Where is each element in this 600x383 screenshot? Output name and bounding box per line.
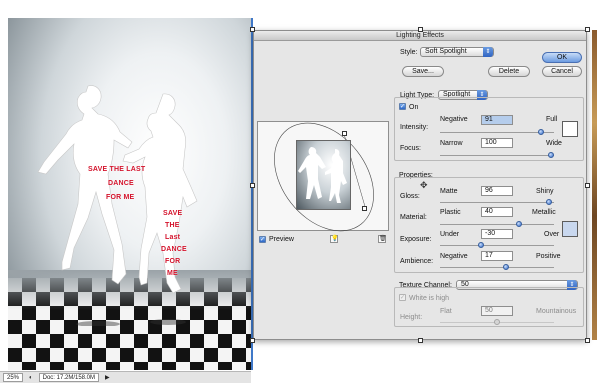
poster-line-5: THE	[165, 222, 180, 229]
intensity-slider[interactable]	[440, 129, 554, 135]
ok-button[interactable]: OK	[542, 52, 582, 63]
light-handle-top[interactable]	[342, 131, 347, 136]
style-select-value: Soft Spotlight	[425, 48, 467, 55]
doc-nav-icon[interactable]: ◐	[29, 375, 33, 381]
height-label: Height:	[400, 314, 423, 321]
transform-handle-tr[interactable]	[585, 27, 590, 32]
preview-thumbnail	[296, 140, 351, 210]
poster-line-2: DANCE	[108, 180, 134, 187]
ambience-max-label: Positive	[536, 253, 561, 260]
material-max-label: Metallic	[532, 209, 556, 216]
height-slider[interactable]	[440, 319, 554, 325]
style-select-arrow-icon: ⇕	[483, 47, 493, 57]
save-button[interactable]: Save...	[402, 66, 444, 77]
gloss-min-label: Matte	[440, 188, 458, 195]
poster-line-3: FOR ME	[106, 194, 135, 201]
material-field[interactable]: 40	[481, 207, 513, 217]
transform-handle-br[interactable]	[585, 338, 590, 343]
exposure-field[interactable]: -30	[481, 229, 513, 239]
material-min-label: Plastic	[440, 209, 461, 216]
new-light-icon[interactable]: 💡	[330, 235, 338, 243]
document-status-bar: 25% ◐ Doc: 17.2M/158.0M ▶	[0, 371, 251, 383]
transform-handle-ml[interactable]	[250, 183, 255, 188]
trash-icon[interactable]: 🗑	[378, 235, 387, 243]
transform-handle-mr[interactable]	[585, 183, 590, 188]
intensity-max-label: Full	[546, 116, 558, 123]
transform-handle-bl[interactable]	[250, 338, 255, 343]
gloss-label: Gloss:	[400, 193, 420, 200]
gloss-slider-thumb[interactable]	[545, 199, 552, 205]
exposure-slider-thumb[interactable]	[477, 242, 484, 248]
focus-slider-thumb[interactable]	[548, 152, 554, 158]
preview-checkbox[interactable]: ✓	[259, 236, 266, 243]
poster-line-7: DANCE	[161, 246, 187, 253]
doc-size-info: Doc: 17.2M/158.0M	[38, 373, 99, 382]
exposure-slider[interactable]	[440, 242, 554, 248]
dialog-title-bar[interactable]: Lighting Effects	[254, 31, 586, 41]
material-slider-thumb[interactable]	[515, 221, 522, 227]
poster-line-1: SAVE THE LAST	[88, 166, 146, 173]
style-select[interactable]: Soft Spotlight ⇕	[420, 47, 494, 57]
white-is-high-checkbox[interactable]: ✓	[399, 294, 406, 301]
transform-handle-tl[interactable]	[250, 27, 255, 32]
material-label: Material:	[400, 214, 427, 221]
focus-min-label: Narrow	[440, 140, 463, 147]
cursor-crosshair-icon: ✥	[420, 180, 428, 190]
ambient-color-swatch[interactable]	[562, 221, 578, 237]
ambience-field[interactable]: 17	[481, 251, 513, 261]
height-max-label: Mountainous	[536, 308, 577, 315]
focus-label: Focus:	[400, 145, 422, 152]
light-on-label: On	[409, 104, 419, 111]
focus-field[interactable]: 100	[481, 138, 513, 148]
delete-button[interactable]: Delete	[488, 66, 530, 77]
exposure-label: Exposure:	[400, 236, 432, 243]
gloss-field[interactable]: 96	[481, 186, 513, 196]
document-canvas[interactable]: SAVE THE LAST DANCE FOR ME SAVE THE Last…	[8, 18, 251, 370]
white-is-high-label: White is high	[409, 295, 450, 302]
exposure-min-label: Under	[440, 231, 460, 238]
zoom-level-field[interactable]: 25%	[3, 373, 24, 382]
gloss-slider[interactable]	[440, 199, 554, 205]
document-window: SAVE THE LAST DANCE FOR ME SAVE THE Last…	[0, 0, 251, 383]
focus-slider[interactable]	[440, 152, 554, 158]
height-slider-thumb[interactable]	[494, 319, 500, 325]
poster-line-6: Last	[165, 234, 181, 241]
intensity-field[interactable]: 91	[481, 115, 513, 125]
lighting-effects-dialog: Lighting Effects Style: Soft Spotlight ⇕…	[253, 30, 587, 340]
focus-max-label: Wide	[546, 140, 562, 147]
intensity-label: Intensity:	[400, 124, 429, 131]
background-layer-edge	[592, 30, 597, 340]
intensity-min-label: Negative	[440, 116, 468, 123]
dancer-silhouettes	[37, 85, 198, 326]
height-min-label: Flat	[440, 308, 452, 315]
style-label: Style:	[400, 49, 418, 56]
material-slider[interactable]	[440, 221, 554, 227]
light-preview-area[interactable]	[257, 121, 389, 232]
ambience-slider[interactable]	[440, 264, 554, 270]
transform-handle-tc[interactable]	[418, 27, 423, 32]
poster-line-8: FOR	[165, 258, 181, 265]
transform-handle-bc[interactable]	[418, 338, 423, 343]
status-menu-arrow-icon[interactable]: ▶	[105, 374, 110, 381]
poster-line-9: ME	[167, 270, 178, 277]
height-field[interactable]: 50	[481, 306, 513, 316]
ambience-slider-thumb[interactable]	[502, 264, 509, 270]
light-handle-bottom[interactable]	[362, 206, 367, 211]
preview-dancers	[298, 147, 347, 203]
poster-line-4: SAVE	[163, 210, 183, 217]
gloss-max-label: Shiny	[536, 188, 554, 195]
ambience-label: Ambience:	[400, 258, 434, 265]
cancel-button[interactable]: Cancel	[542, 66, 582, 77]
preview-label: Preview	[269, 236, 294, 243]
dialog-title: Lighting Effects	[396, 32, 444, 39]
light-on-checkbox[interactable]: ✓	[399, 103, 406, 110]
light-color-swatch[interactable]	[562, 121, 578, 137]
exposure-max-label: Over	[544, 231, 560, 238]
ambience-min-label: Negative	[440, 253, 468, 260]
